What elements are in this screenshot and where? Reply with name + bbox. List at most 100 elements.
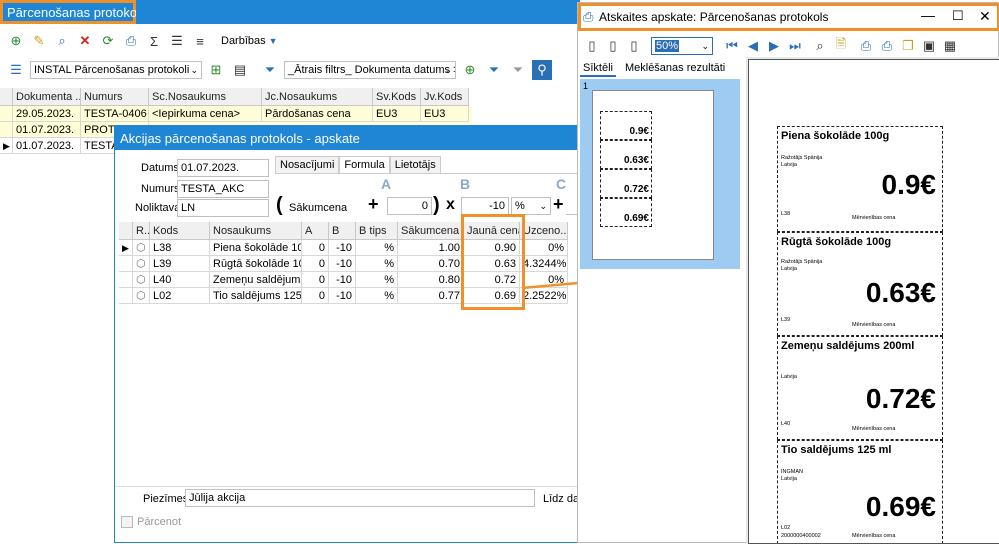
- formula-b-field[interactable]: -10: [461, 197, 509, 215]
- tab-formula[interactable]: Formula: [339, 156, 390, 173]
- label-code: L38: [781, 211, 791, 217]
- report-title: Atskaites apskate: Pārcenošanas protokol…: [599, 10, 829, 24]
- label-maker: Ražotājs Spānija: [781, 155, 823, 161]
- actions-menu[interactable]: Darbības ▼: [221, 35, 278, 47]
- col-header[interactable]: B: [329, 222, 356, 240]
- edit-icon[interactable]: ✎: [29, 31, 49, 51]
- formula-open-paren: (: [276, 194, 283, 216]
- parcenot-checkbox[interactable]: [121, 516, 133, 528]
- refresh-icon[interactable]: ⟳: [98, 31, 118, 51]
- prev-page-icon[interactable]: ◀: [743, 36, 763, 56]
- noliktava-field[interactable]: LN: [177, 199, 269, 217]
- report-toolbar: ▯ ▯ ▯ 50% ⌄ ⏮ ◀ ▶ ⏭ ⌕ 🗎 ⎙ ⎙ ❐ ▣ ▦: [582, 35, 960, 57]
- tab-thumbnails[interactable]: Sīktēli: [580, 61, 616, 77]
- filter-icon[interactable]: ⏷: [260, 60, 280, 80]
- quick-filter-dropdown[interactable]: _Ātrais filtrs_ Dokumenta datums >= ⌄: [284, 61, 456, 79]
- delete-icon[interactable]: ✕: [75, 31, 95, 51]
- col-header[interactable]: Jc.Nosaukums: [262, 88, 373, 106]
- view-icon[interactable]: ⌕: [52, 31, 72, 51]
- dialog-titlebar: Akcijas pārcenošanas protokols - apskate: [115, 126, 579, 150]
- last-page-icon[interactable]: ⏭: [785, 36, 805, 56]
- page-width-icon[interactable]: ▯: [624, 36, 644, 56]
- datums-field[interactable]: 01.07.2023.: [177, 159, 269, 177]
- col-header[interactable]: Sc.Nosaukums: [149, 88, 262, 106]
- col-header[interactable]: R...: [133, 222, 150, 240]
- label-unit: Mērvienības cena: [852, 215, 896, 221]
- col-header[interactable]: Sākumcena: [398, 222, 464, 240]
- quick-print-icon[interactable]: ⎙: [877, 36, 897, 56]
- main-titlebar: [136, 0, 580, 24]
- add-grid-icon[interactable]: ⊞: [206, 60, 226, 80]
- protocol-dropdown-value: INSTAL Pārcenošanas protokoli: [34, 64, 190, 76]
- page-number: 1: [583, 81, 589, 91]
- print-icon[interactable]: ⎙: [856, 36, 876, 56]
- col-header[interactable]: Jv.Kods: [421, 88, 469, 106]
- copy-icon[interactable]: ❐: [898, 36, 918, 56]
- page-setup-icon[interactable]: ▯: [603, 36, 623, 56]
- tab-nosacijumi[interactable]: Nosacījumi: [275, 156, 340, 173]
- formula-b-type-value: %: [515, 200, 525, 212]
- sum-icon[interactable]: Σ: [144, 31, 164, 51]
- label-price: 0.69€: [865, 491, 936, 522]
- add-icon[interactable]: ⊕: [6, 31, 26, 51]
- tab-lietotajs[interactable]: Lietotājs: [389, 156, 441, 173]
- first-page-icon[interactable]: ⏮: [722, 36, 742, 56]
- save-icon[interactable]: ▣: [919, 36, 939, 56]
- report-page: Piena šokolāde 100g Ražotājs Spānija Lat…: [748, 59, 999, 544]
- next-page-icon[interactable]: ▶: [764, 36, 784, 56]
- toolbar-filter: ☰ INSTAL Pārcenošanas protokoli ⌄ ⊞ ▤ ⏷ …: [6, 59, 552, 81]
- export-icon[interactable]: 🗎: [831, 36, 851, 56]
- list-icon[interactable]: ≡: [190, 31, 210, 51]
- cell: -10: [329, 240, 356, 256]
- grid-icon[interactable]: ▤: [230, 60, 250, 80]
- current-row-arrow-icon: ▶: [119, 240, 133, 256]
- formula-close-paren: ): [433, 194, 440, 216]
- cell: Zemeņu saldējums...: [210, 272, 302, 288]
- formula-sakumcena: Sākumcena: [289, 202, 348, 214]
- page-icon[interactable]: ▯: [582, 36, 602, 56]
- list-settings-icon[interactable]: ☰: [6, 60, 26, 80]
- print-icon[interactable]: ⎙: [121, 31, 141, 51]
- col-header[interactable]: Nosaukums: [210, 222, 302, 240]
- cell: 0.77: [398, 288, 464, 304]
- columns-icon[interactable]: ☰: [167, 31, 187, 51]
- col-header[interactable]: Uzceno...: [520, 222, 568, 240]
- col-header[interactable]: Sv.Kods: [373, 88, 421, 106]
- report-side-tabs: Sīktēli Meklēšanas rezultāti: [580, 61, 728, 77]
- col-header[interactable]: A: [302, 222, 329, 240]
- col-header[interactable]: Dokumenta ...: [13, 88, 81, 106]
- cell: 0%: [520, 240, 568, 256]
- col-header[interactable]: Kods: [150, 222, 210, 240]
- col-header[interactable]: Numurs: [81, 88, 149, 106]
- protocol-dropdown[interactable]: INSTAL Pārcenošanas protokoli ⌄: [30, 61, 202, 79]
- find-icon[interactable]: ⌕: [810, 36, 830, 56]
- minimize-icon[interactable]: —: [921, 7, 935, 23]
- close-icon[interactable]: ✕: [979, 8, 991, 25]
- user-filter-icon[interactable]: ⚲: [532, 60, 552, 80]
- zoom-select[interactable]: 50% ⌄: [651, 37, 713, 55]
- settings-icon[interactable]: ▦: [940, 36, 960, 56]
- page-thumbnail[interactable]: 0.9€ 0.63€ 0.72€ 0.69€: [592, 90, 714, 260]
- cell: 0.70: [398, 256, 464, 272]
- numurs-field[interactable]: TESTA_AKC: [177, 180, 269, 198]
- chevron-down-icon: ⌄: [190, 65, 198, 75]
- label-code: L02: [781, 525, 791, 531]
- piezimes-field[interactable]: Jūlija akcija: [185, 489, 535, 507]
- maximize-icon[interactable]: ☐: [952, 8, 964, 24]
- col-header[interactable]: B tips: [356, 222, 398, 240]
- tab-underline: [275, 173, 579, 174]
- thumb-label: 0.9€: [600, 111, 652, 140]
- filter-add-icon[interactable]: ⊕: [460, 60, 480, 80]
- filter-clear-icon[interactable]: ⏷: [508, 60, 528, 80]
- table-row[interactable]: 29.05.2023. TESTA-0406 <Iepirkuma cena> …: [0, 106, 472, 122]
- parcenot-label: Pārcenot: [137, 516, 182, 528]
- thumb-label: 0.72€: [600, 169, 652, 198]
- tab-search-results[interactable]: Meklēšanas rezultāti: [622, 61, 728, 77]
- formula-b-type-select[interactable]: % ⌄: [511, 197, 551, 215]
- formula-a-field[interactable]: 0: [387, 197, 432, 215]
- cell: Rūgtā šokolāde 100g: [210, 256, 302, 272]
- label-product-name: Piena šokolāde 100g: [781, 130, 890, 142]
- filter-apply-icon[interactable]: ⏷: [484, 60, 504, 80]
- label-code: L40: [781, 421, 791, 427]
- label-barcode: 2000000400002: [781, 533, 821, 539]
